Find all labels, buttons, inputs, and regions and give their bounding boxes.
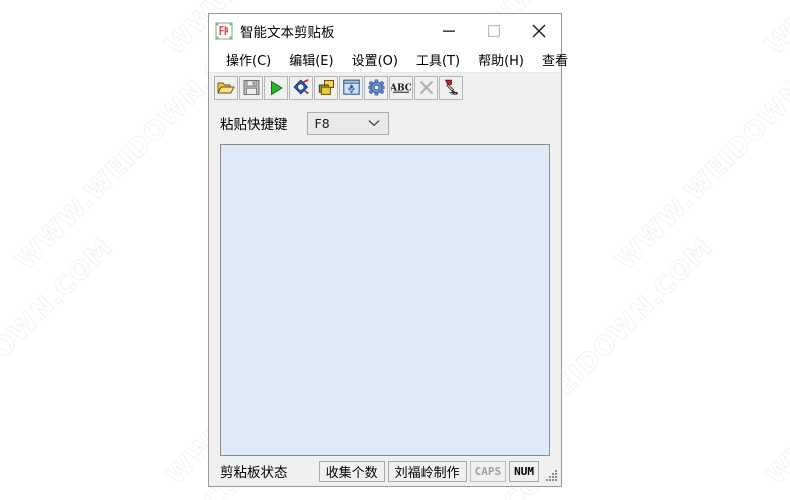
minimize-icon	[442, 30, 455, 32]
toolbar-button-play[interactable]	[264, 75, 288, 100]
status-caps: CAPS	[469, 460, 507, 482]
watermark-text: WWW.WEIDOWN.COM	[0, 0, 119, 62]
abc-spellcheck-icon: ABC	[391, 83, 411, 93]
shortcut-key-select[interactable]: F8	[306, 111, 389, 135]
shortcut-row: 粘贴快捷键 F8	[209, 102, 561, 144]
close-icon	[532, 24, 545, 38]
close-button[interactable]	[516, 15, 561, 48]
menu-edit[interactable]: 编辑(E)	[282, 48, 340, 72]
watermark-text: WWW.WEIDOWN.COM	[759, 0, 790, 62]
status-state-label: 剪粘板状态	[220, 465, 288, 481]
copy-windows-icon	[318, 80, 334, 95]
toolbar: ABC	[209, 73, 561, 102]
status-num: NUM	[509, 460, 539, 482]
save-icon	[243, 80, 259, 95]
window-title: 智能文本剪贴板	[240, 25, 335, 41]
menu-view[interactable]: 查看	[535, 48, 575, 72]
toolbar-button-save[interactable]	[239, 75, 263, 100]
status-author: 刘福岭制作	[387, 460, 467, 482]
open-folder-icon	[217, 82, 235, 93]
toolbar-button-settings[interactable]	[364, 75, 388, 100]
toolbar-button-image[interactable]	[339, 75, 363, 100]
watermark-text: WWW.WEIDOWN.COM	[609, 447, 790, 500]
status-bar: 剪粘板状态 收集个数 刘福岭制作 CAPS NUM	[209, 456, 561, 486]
play-icon	[271, 80, 283, 95]
shortcut-label: 粘贴快捷键	[220, 117, 288, 133]
clipboard-text-area[interactable]	[220, 144, 550, 456]
menu-tools[interactable]: 工具(T)	[409, 48, 467, 72]
watermark-text: WWW.WEIDOWN.COM	[609, 17, 790, 277]
clipboard-area-wrapper	[209, 144, 561, 456]
toolbar-button-spellcheck[interactable]: ABC	[389, 75, 413, 100]
delete-x-icon	[419, 80, 433, 95]
image-icon	[342, 79, 360, 95]
application-window: 智能文本剪贴板 操作(C) 编辑(E) 设置(O) 工具(T) 帮助(H) 查看	[208, 13, 568, 487]
maximize-button[interactable]	[471, 15, 516, 48]
chevron-down-icon	[368, 120, 379, 127]
minimize-button[interactable]	[426, 15, 471, 48]
watermark-text: WWW.WEIDOWN.COM	[0, 232, 119, 492]
stop-icon	[293, 78, 309, 94]
menu-settings[interactable]: 设置(O)	[345, 48, 405, 72]
menu-help[interactable]: 帮助(H)	[471, 48, 531, 72]
title-bar[interactable]: 智能文本剪贴板	[209, 14, 561, 48]
toolbar-button-pointer[interactable]	[439, 75, 463, 100]
app-paste-icon	[215, 22, 233, 40]
maximize-icon	[487, 25, 500, 37]
shortcut-key-value: F8	[314, 115, 330, 131]
settings-gear-icon	[367, 79, 385, 96]
watermark-text: WWW.WEIDOWN.COM	[759, 232, 790, 492]
menu-bar: 操作(C) 编辑(E) 设置(O) 工具(T) 帮助(H) 查看	[209, 48, 568, 73]
toolbar-button-open[interactable]	[214, 75, 238, 100]
menu-operation[interactable]: 操作(C)	[219, 48, 278, 72]
resize-grip-icon[interactable]	[543, 467, 559, 483]
pointer-hand-icon	[444, 79, 458, 95]
toolbar-button-copy[interactable]	[314, 75, 338, 100]
toolbar-button-stop[interactable]	[289, 75, 313, 100]
toolbar-button-delete[interactable]	[414, 75, 438, 100]
status-count[interactable]: 收集个数	[318, 460, 385, 482]
